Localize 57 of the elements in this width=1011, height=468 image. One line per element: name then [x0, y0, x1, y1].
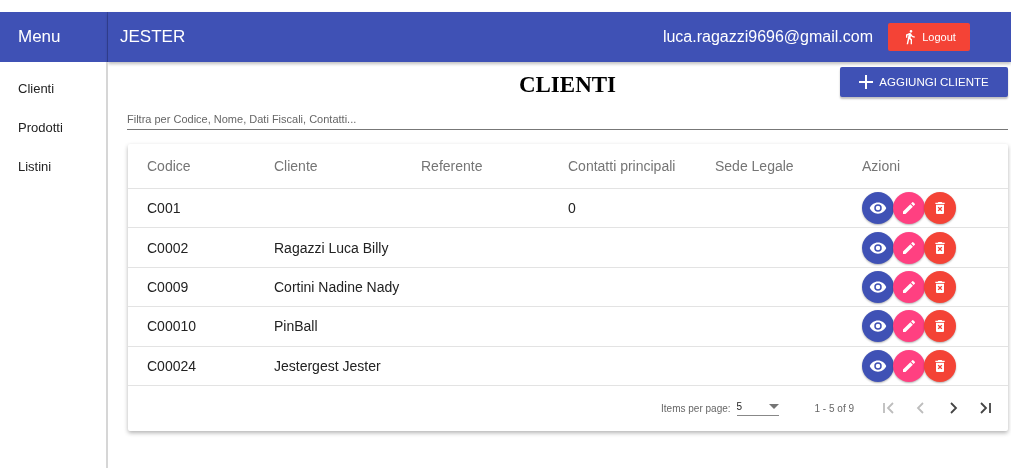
- table-cell-text: PinBall: [274, 318, 319, 335]
- pencil-icon: [901, 318, 917, 335]
- plus-icon: [859, 75, 874, 89]
- edit-button[interactable]: [893, 310, 925, 343]
- logout-button[interactable]: Logout: [888, 23, 970, 51]
- page-range: 1 - 5 of 9: [814, 402, 854, 414]
- last-page-icon: [978, 401, 992, 416]
- column-header: Referente: [421, 158, 484, 174]
- view-button[interactable]: [862, 349, 894, 382]
- table-cell-text: C0009: [147, 278, 190, 295]
- delete-button[interactable]: [924, 310, 956, 343]
- delete-button[interactable]: [924, 349, 956, 382]
- column-header: Contatti principali: [568, 158, 677, 174]
- trash-icon: [932, 200, 948, 217]
- table-cell-text: C00010: [147, 318, 198, 335]
- trash-icon: [932, 357, 948, 374]
- trash-icon: [932, 239, 948, 256]
- pencil-icon: [901, 357, 917, 374]
- dropdown-arrow-icon: [768, 404, 779, 410]
- delete-button[interactable]: [924, 192, 956, 225]
- sidebar-item[interactable]: Clienti: [0, 79, 106, 99]
- table-cell-text: C00024: [147, 357, 198, 374]
- items-per-page-label: Items per page:: [661, 402, 731, 414]
- view-button[interactable]: [862, 231, 894, 264]
- table-cell-text: Ragazzi Luca Billy: [274, 239, 390, 256]
- table-cell-text: C001: [147, 200, 182, 217]
- column-header: Codice: [147, 158, 192, 174]
- table-cell-text: C0002: [147, 239, 190, 256]
- delete-button[interactable]: [924, 231, 956, 264]
- view-button[interactable]: [862, 310, 894, 343]
- edit-button[interactable]: [893, 231, 925, 264]
- column-header: Sede Legale: [715, 158, 795, 174]
- edit-button[interactable]: [893, 270, 925, 303]
- delete-button[interactable]: [924, 270, 956, 303]
- user-email: luca.ragazzi9696@gmail.com: [662, 28, 873, 46]
- edit-button[interactable]: [893, 349, 925, 382]
- pencil-icon: [901, 278, 917, 295]
- view-button[interactable]: [862, 192, 894, 225]
- view-button[interactable]: [862, 270, 894, 303]
- add-client-button[interactable]: AGGIUNGI CLIENTE: [840, 67, 1008, 97]
- page-title: CLIENTI: [518, 72, 617, 98]
- sidebar-item[interactable]: Prodotti: [0, 118, 106, 138]
- page-size-select[interactable]: 5: [736, 400, 779, 417]
- trash-icon: [932, 278, 948, 295]
- trash-icon: [932, 318, 948, 335]
- menu-header: Menu: [0, 12, 108, 62]
- table-cell-text: Cortini Nadine Nady: [274, 278, 401, 295]
- first-page-icon: [882, 401, 896, 416]
- column-header: Cliente: [274, 158, 319, 174]
- table-cell-text: Jestergest Jester: [274, 357, 382, 374]
- pencil-icon: [901, 200, 917, 217]
- app-title: JESTER: [120, 27, 187, 47]
- column-header: Azioni: [862, 158, 902, 174]
- table-cell-text: 0: [568, 200, 577, 217]
- pencil-icon: [901, 239, 917, 256]
- edit-button[interactable]: [893, 192, 925, 225]
- sidebar-item[interactable]: Listini: [0, 157, 106, 177]
